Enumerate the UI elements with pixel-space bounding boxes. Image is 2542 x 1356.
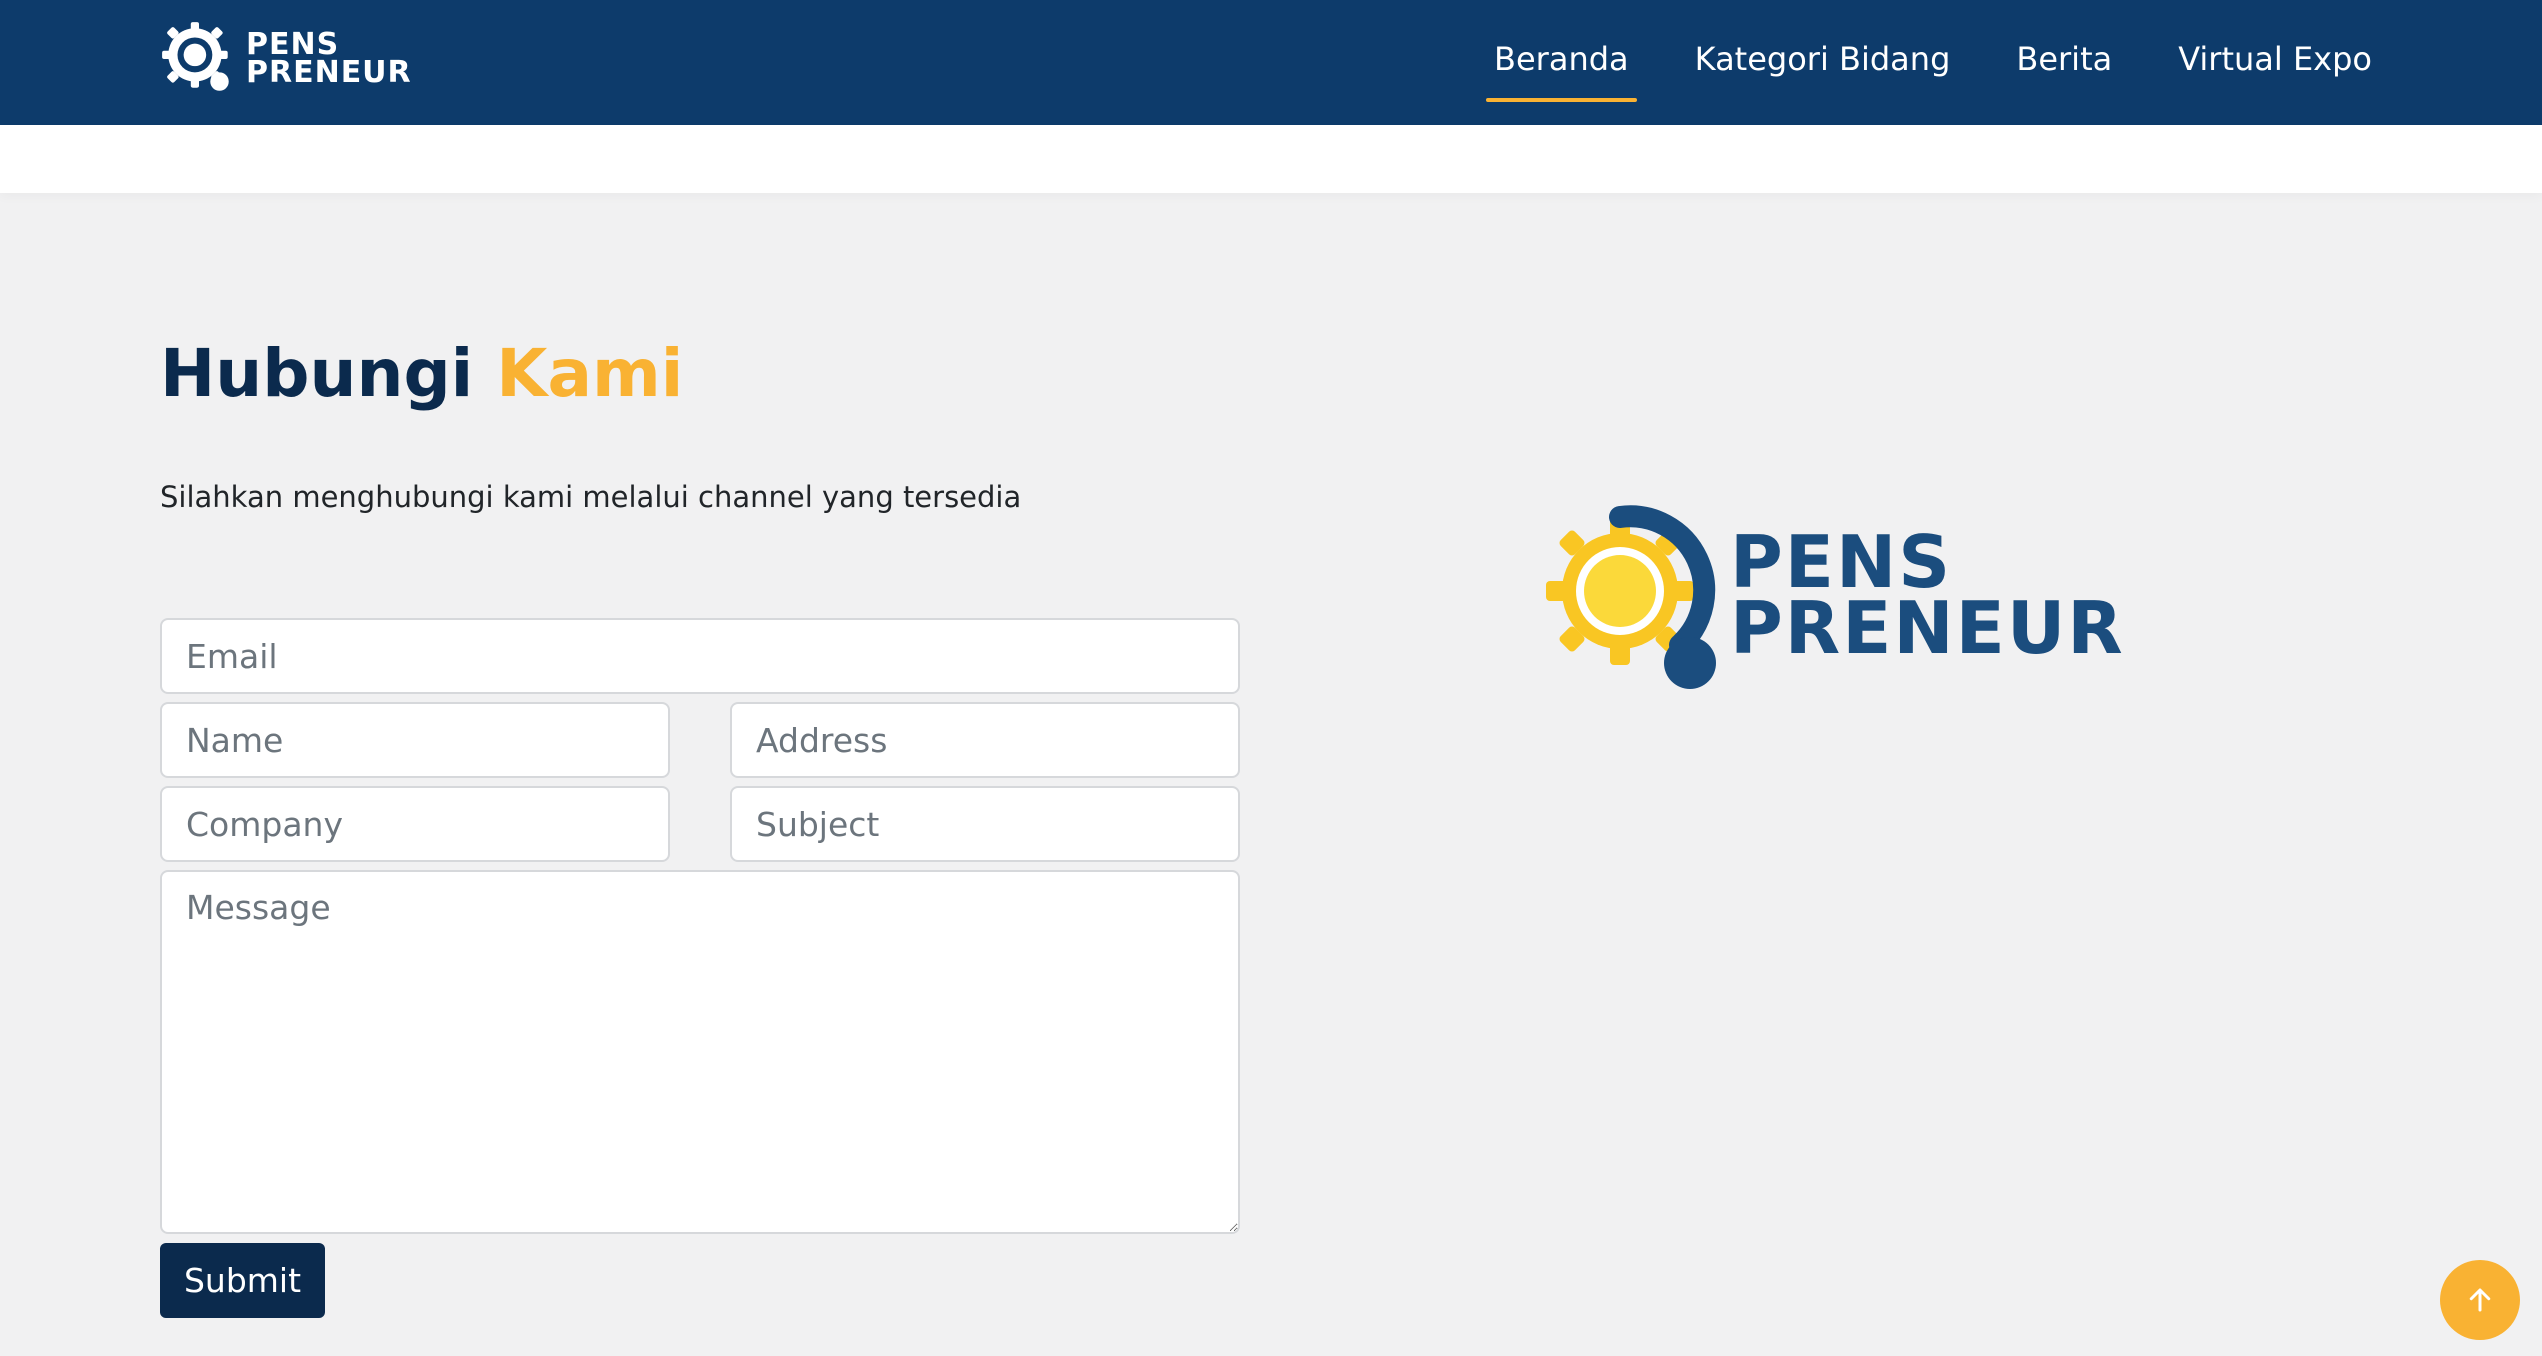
gear-magnifier-logo-icon bbox=[1546, 505, 1716, 689]
main-nav: Beranda Kategori Bidang Berita Virtual E… bbox=[1428, 0, 2372, 118]
nav-item-kategori-bidang[interactable]: Kategori Bidang bbox=[1695, 40, 1951, 78]
contact-subtitle: Silahkan menghubungi kami melalui channe… bbox=[160, 480, 1022, 514]
page-title: Hubungi Kami bbox=[160, 335, 683, 412]
brand-logo[interactable]: PENS PRENEUR bbox=[158, 18, 412, 100]
name-input[interactable] bbox=[160, 702, 670, 778]
header-spacer bbox=[0, 125, 2542, 193]
gear-magnifier-logo-icon bbox=[162, 22, 229, 91]
title-main: Hubungi bbox=[160, 335, 474, 412]
brand-name: PENS PRENEUR bbox=[246, 30, 412, 90]
logo-line2: PRENEUR bbox=[1730, 586, 2125, 670]
pens-preneur-logo: PENS PRENEUR bbox=[1540, 495, 2125, 695]
submit-button[interactable]: Submit bbox=[160, 1243, 325, 1318]
navbar: PENS PRENEUR Beranda Kategori Bidang Ber… bbox=[0, 0, 2542, 125]
address-input[interactable] bbox=[730, 702, 1240, 778]
arrow-up-icon bbox=[2469, 1288, 2491, 1312]
nav-item-beranda[interactable]: Beranda bbox=[1486, 40, 1637, 102]
nav-item-virtual-expo[interactable]: Virtual Expo bbox=[2178, 40, 2372, 78]
message-textarea[interactable] bbox=[160, 870, 1240, 1234]
subject-input[interactable] bbox=[730, 786, 1240, 862]
scroll-to-top-button[interactable] bbox=[2440, 1260, 2520, 1340]
title-accent: Kami bbox=[496, 335, 684, 412]
nav-item-berita[interactable]: Berita bbox=[2016, 40, 2112, 78]
email-input[interactable] bbox=[160, 618, 1240, 694]
logo-wordmark: PENS PRENEUR bbox=[1730, 526, 2125, 670]
company-input[interactable] bbox=[160, 786, 670, 862]
brand-line2: PRENEUR bbox=[246, 55, 412, 90]
